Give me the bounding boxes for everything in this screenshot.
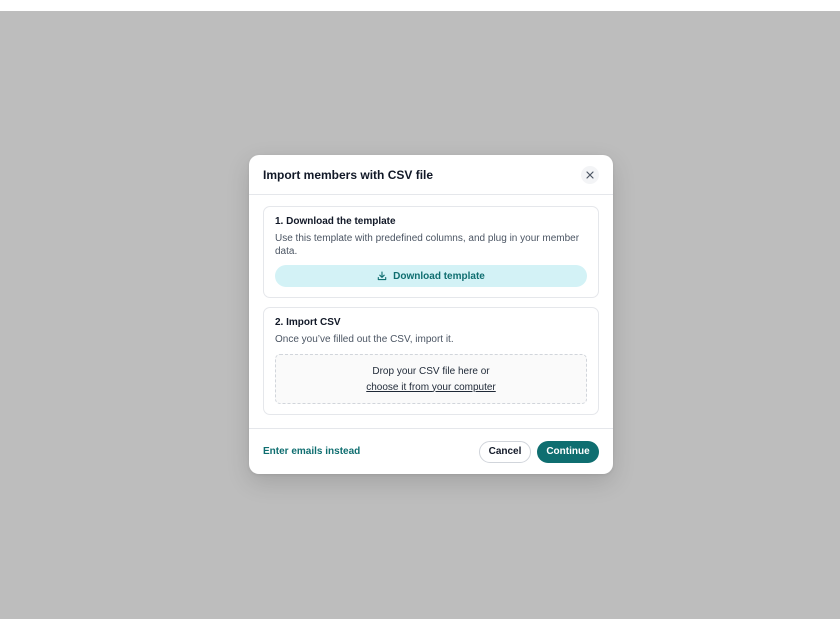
modal-body: 1. Download the template Use this templa… xyxy=(249,195,613,415)
modal-footer: Enter emails instead Cancel Continue xyxy=(249,428,613,474)
close-icon xyxy=(586,170,594,179)
enter-emails-link[interactable]: Enter emails instead xyxy=(263,446,360,457)
import-section-description: Once you’ve filled out the CSV, import i… xyxy=(275,334,454,345)
download-icon xyxy=(377,271,387,281)
continue-button[interactable]: Continue xyxy=(537,440,599,463)
footer-actions: Cancel Continue xyxy=(479,440,599,463)
download-section-description: Use this template with predefined column… xyxy=(275,233,580,257)
download-section-title: 1. Download the template xyxy=(275,216,396,227)
import-members-modal: Import members with CSV file 1. Download… xyxy=(249,155,613,474)
download-template-card: 1. Download the template Use this templa… xyxy=(263,206,599,298)
modal-title: Import members with CSV file xyxy=(263,167,434,182)
dropzone-text: Drop your CSV file here or xyxy=(372,365,490,377)
download-template-label: Download template xyxy=(393,270,485,282)
import-section-title: 2. Import CSV xyxy=(275,317,341,328)
download-template-button[interactable]: Download template xyxy=(275,265,587,287)
import-csv-card: 2. Import CSV Once you’ve filled out the… xyxy=(263,307,599,415)
modal-header: Import members with CSV file xyxy=(249,155,613,195)
cancel-button[interactable]: Cancel xyxy=(479,440,531,463)
close-button[interactable] xyxy=(581,165,599,184)
choose-file-link[interactable]: choose it from your computer xyxy=(366,382,496,393)
csv-dropzone[interactable]: Drop your CSV file here or choose it fro… xyxy=(275,354,587,404)
